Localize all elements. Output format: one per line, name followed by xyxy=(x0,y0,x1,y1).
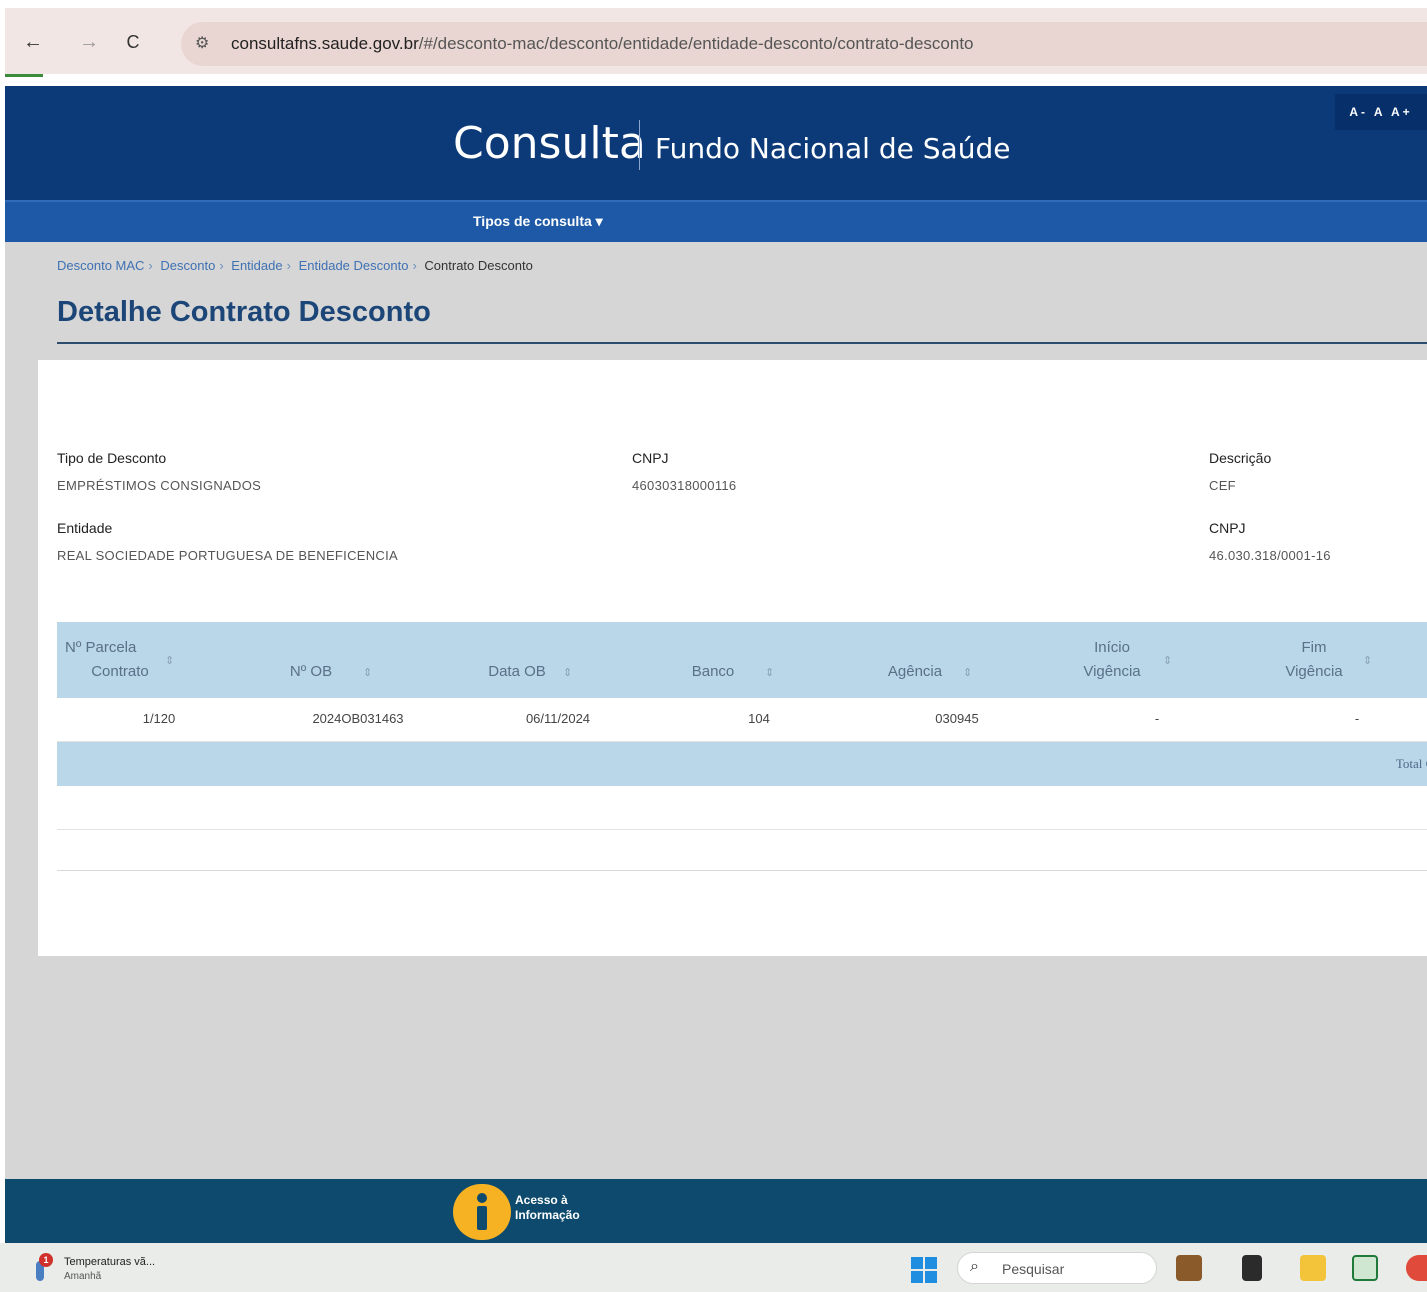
table-total: Total G xyxy=(1395,756,1427,771)
forward-arrow-icon[interactable]: → xyxy=(75,28,103,56)
sort-icon[interactable]: ⇕ xyxy=(563,666,572,679)
search-placeholder: Pesquisar xyxy=(1002,1261,1065,1277)
header-divider xyxy=(639,120,640,170)
column-header-inicio-vigencia[interactable]: Início Vigência xyxy=(1067,636,1157,684)
cell-ob: 2024OB031463 xyxy=(312,711,404,726)
title-divider xyxy=(57,342,1427,344)
browser-toolbar: ← → C ⚙ consultafns.saude.gov.br/#/desco… xyxy=(5,8,1427,74)
cell-inicio: - xyxy=(1154,711,1160,726)
breadcrumb: Desconto MAC › Desconto › Entidade › Entida… xyxy=(57,258,533,273)
sort-icon[interactable]: ⇕ xyxy=(165,654,174,667)
entidade-value: REAL SOCIEDADE PORTUGUESA DE BENEFICENCI… xyxy=(57,548,398,563)
sort-icon[interactable]: ⇕ xyxy=(1163,654,1172,667)
file-explorer-icon[interactable] xyxy=(1300,1255,1326,1281)
entidade-cnpj-label: CNPJ xyxy=(1209,520,1246,536)
cell-banco: 104 xyxy=(748,711,770,726)
thermometer-icon[interactable]: 1 xyxy=(30,1253,53,1281)
weather-widget-title[interactable]: Temperaturas vã... xyxy=(64,1256,155,1268)
brand-subtitle: Fundo Nacional de Saúde xyxy=(655,132,1011,165)
os-taskbar: 1 Temperaturas vã... Amanhã ⌕ Pesquisar xyxy=(0,1243,1427,1292)
contract-table: Nº Parcela Contrato ⇕ Nº OB ⇕ Data OB ⇕ … xyxy=(57,622,1427,830)
table-row[interactable]: 1/120 2024OB031463 06/11/2024 104 030945… xyxy=(57,698,1427,742)
card-divider xyxy=(57,870,1427,871)
chrome-icon[interactable] xyxy=(1406,1255,1427,1281)
loading-indicator xyxy=(5,74,43,77)
sort-icon[interactable]: ⇕ xyxy=(963,666,972,679)
cell-fim: - xyxy=(1354,711,1360,726)
column-header-parcela[interactable]: Nº Parcela Contrato xyxy=(65,636,175,684)
main-menu: Tipos de consulta ▾ xyxy=(5,200,1427,242)
cell-data-ob: 06/11/2024 xyxy=(525,711,591,726)
notification-badge: 1 xyxy=(39,1253,53,1267)
tipo-desconto-label: Tipo de Desconto xyxy=(57,450,167,466)
web-page: Consulta Fundo Nacional de Saúde A- A A+… xyxy=(5,86,1427,1243)
url-text: consultafns.saude.gov.br/#/desconto-mac/… xyxy=(231,34,974,53)
info-icon[interactable] xyxy=(453,1184,511,1240)
breadcrumb-item[interactable]: Entidade Desconto xyxy=(299,258,409,273)
cnpj-label: CNPJ xyxy=(632,450,669,466)
search-icon: ⌕ xyxy=(970,1258,979,1275)
sort-icon[interactable]: ⇕ xyxy=(765,666,774,679)
site-header: Consulta Fundo Nacional de Saúde A- A A+ xyxy=(5,86,1427,200)
address-bar[interactable]: ⚙ consultafns.saude.gov.br/#/desconto-ma… xyxy=(181,22,1427,66)
site-footer: Acesso à Informação xyxy=(5,1179,1427,1243)
weather-widget-subtitle: Amanhã xyxy=(64,1271,102,1282)
acesso-informacao-link[interactable]: Acesso à Informação xyxy=(515,1193,580,1223)
entidade-label: Entidade xyxy=(57,520,113,536)
sort-icon[interactable]: ⇕ xyxy=(1363,654,1372,667)
column-header-data-ob[interactable]: Data OB xyxy=(477,660,557,684)
detail-card: Tipo de Desconto EMPRÉSTIMOS CONSIGNADOS… xyxy=(38,360,1427,956)
sort-icon[interactable]: ⇕ xyxy=(363,666,372,679)
entidade-cnpj-value: 46.030.318/0001-16 xyxy=(1209,548,1331,563)
reload-icon[interactable]: C xyxy=(119,28,147,56)
column-header-agencia[interactable]: Agência xyxy=(875,660,955,684)
breadcrumb-current: Contrato Desconto xyxy=(424,258,533,273)
cell-parcela: 1/120 xyxy=(142,711,176,726)
column-header-ob[interactable]: Nº OB xyxy=(281,660,341,684)
table-empty-row xyxy=(57,786,1427,830)
spreadsheet-app-icon[interactable] xyxy=(1352,1255,1378,1281)
task-view-icon[interactable] xyxy=(1242,1255,1262,1281)
font-size-controls[interactable]: A- A A+ xyxy=(1335,94,1427,130)
descontado-value: CEF xyxy=(1209,478,1236,493)
breadcrumb-item[interactable]: Desconto xyxy=(160,258,215,273)
table-footer: Total G xyxy=(57,742,1427,786)
cnpj-value: 46030318000116 xyxy=(632,478,737,493)
descontado-label: Descrição xyxy=(1209,450,1272,466)
tipo-desconto-value: EMPRÉSTIMOS CONSIGNADOS xyxy=(57,478,262,493)
back-arrow-icon[interactable]: ← xyxy=(19,28,47,56)
widget-app-icon[interactable] xyxy=(1176,1255,1202,1281)
page-title: Detalhe Contrato Desconto xyxy=(57,296,431,328)
taskbar-search[interactable]: ⌕ Pesquisar xyxy=(957,1252,1157,1284)
site-settings-icon[interactable]: ⚙ xyxy=(195,33,209,53)
column-header-fim-vigencia[interactable]: Fim Vigência xyxy=(1269,636,1359,684)
table-header: Nº Parcela Contrato ⇕ Nº OB ⇕ Data OB ⇕ … xyxy=(57,622,1427,698)
windows-start-icon[interactable] xyxy=(911,1257,937,1283)
breadcrumb-item[interactable]: Desconto MAC xyxy=(57,258,144,273)
cell-agencia: 030945 xyxy=(935,711,979,726)
menu-tipos-de-consulta[interactable]: Tipos de consulta ▾ xyxy=(473,213,603,230)
column-header-banco[interactable]: Banco xyxy=(683,660,743,684)
brand-title: Consulta xyxy=(453,118,646,169)
breadcrumb-item[interactable]: Entidade xyxy=(231,258,282,273)
